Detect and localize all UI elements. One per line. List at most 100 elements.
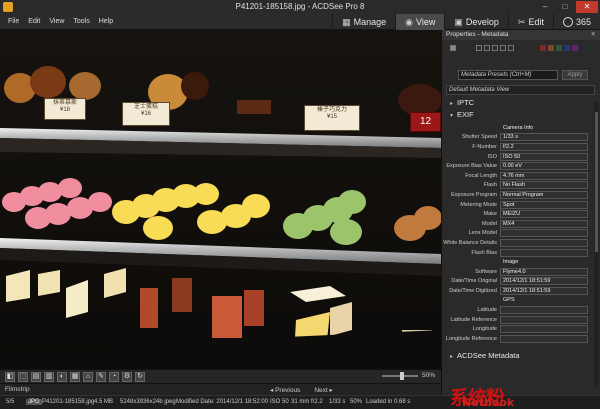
section-acdsee-metadata[interactable]: ▸ ACDSee Metadata	[442, 351, 600, 361]
filmstrip-label[interactable]: Filmstrip	[5, 386, 30, 393]
maximize-button[interactable]: □	[556, 1, 574, 13]
mode-manage[interactable]: ▦ Manage	[332, 14, 395, 30]
circle-365-icon	[562, 17, 573, 27]
menu-help[interactable]: Help	[99, 18, 113, 25]
panel-scrollbar[interactable]	[594, 102, 599, 387]
color-label-green[interactable]	[556, 45, 562, 51]
metadata-value-field[interactable]: Spot	[500, 200, 588, 209]
metadata-value-field[interactable]: 4.76 mm	[500, 171, 588, 180]
metadata-value-field[interactable]: MX4	[500, 219, 588, 228]
scrollbar-thumb[interactable]	[595, 112, 598, 252]
metadata-row: Shutter Speed 1/33 s	[442, 133, 593, 143]
bakery-photo	[0, 30, 441, 369]
metadata-value-field[interactable]: 2014/12/1 18:51:59	[500, 277, 588, 286]
metadata-label: White Balance Details	[443, 239, 497, 246]
metadata-value-field[interactable]	[500, 229, 588, 238]
status-zoom: 50%	[350, 399, 363, 405]
watermark-text: Netbook	[462, 396, 515, 409]
section-label: ACDSee Metadata	[457, 351, 520, 360]
metadata-value-field[interactable]	[500, 306, 588, 315]
zoom-slider-handle[interactable]	[399, 371, 404, 380]
menu-view[interactable]: View	[49, 18, 64, 25]
metadata-row: Date/Time Original 2014/12/1 18:51:59	[442, 277, 593, 287]
collapse-arrow-icon: ▾	[450, 113, 454, 119]
next-button[interactable]: Next ▸	[314, 386, 332, 394]
zoom-value[interactable]: 50%	[422, 372, 435, 379]
status-index: 5/5	[6, 399, 15, 405]
menu-tools[interactable]: Tools	[73, 18, 89, 25]
tool-button[interactable]: ◐	[57, 372, 67, 382]
metadata-value-field[interactable]: 2014/12/1 18:51:59	[500, 286, 588, 295]
metadata-row: Camera Info	[442, 123, 593, 133]
mode-tabs: ▦ Manage ◉ View ▣ Develop ✂ Edit 365	[332, 14, 600, 30]
zoom-slider[interactable]	[381, 371, 418, 380]
mode-view[interactable]: ◉ View	[395, 14, 445, 30]
metadata-value-field[interactable]: 0.00 eV	[500, 162, 588, 171]
panel-close-icon[interactable]: ✕	[591, 30, 596, 40]
menu-file[interactable]: File	[8, 18, 19, 25]
metadata-row: Image	[442, 257, 593, 267]
mode-edit[interactable]: ✂ Edit	[507, 14, 553, 30]
metadata-row: Focal Length 4.76 mm	[442, 171, 593, 181]
status-shutter: 1/33 s	[329, 399, 346, 405]
rating-5[interactable]	[508, 45, 514, 51]
metadata-value-field[interactable]: MEIZU	[500, 210, 588, 219]
rating-1[interactable]	[476, 45, 482, 51]
mode-develop[interactable]: ▣ Develop	[444, 14, 508, 30]
status-filename: P41201-185158.jpg	[42, 399, 95, 405]
rating-3[interactable]	[492, 45, 498, 51]
metadata-label: Flash	[483, 182, 497, 189]
metadata-group-heading: Image	[503, 259, 519, 266]
mode-label: 365	[575, 17, 591, 27]
color-label-blue[interactable]	[564, 45, 570, 51]
grid-icon: ▦	[342, 16, 351, 27]
tool-button[interactable]: ⬚	[18, 372, 28, 382]
metadata-group-heading: GPS	[503, 297, 515, 304]
minimize-button[interactable]: –	[536, 1, 554, 13]
metadata-value-field[interactable]	[500, 315, 588, 324]
metadata-row: Longitude	[442, 324, 593, 334]
image-viewer[interactable]: 抹茶慕斯 ¥18 芝士蛋糕 ¥16 榛子巧克力 ¥15 12	[0, 30, 441, 369]
metadata-value-field[interactable]: ISO 50	[500, 152, 588, 161]
color-label-purple[interactable]	[572, 45, 578, 51]
section-exif[interactable]: ▾ EXIF	[442, 110, 600, 120]
metadata-row: Flash Bias	[442, 248, 593, 258]
previous-button[interactable]: ◂ Previous	[270, 386, 300, 394]
metadata-value-field[interactable]	[500, 334, 588, 343]
rating-4[interactable]	[500, 45, 506, 51]
metadata-value-field[interactable]	[500, 238, 588, 247]
mode-365[interactable]: 365	[552, 14, 600, 30]
viewer-toolbar: ◧ ⬚ ▤ ▥ ◐ ▦ ⌂ ✎ ◔ ⚙ ↻ 50%	[0, 369, 441, 383]
close-button[interactable]: ✕	[576, 1, 598, 13]
metadata-value-field[interactable]: f/2.2	[500, 142, 588, 151]
tool-button[interactable]: ⚙	[122, 372, 132, 382]
metadata-label: Software	[475, 268, 497, 275]
tool-button[interactable]: ⌂	[83, 372, 93, 382]
metadata-row: Exposure Bias Value 0.00 eV	[442, 161, 593, 171]
metadata-value-field[interactable]: Flyme4.0	[500, 267, 588, 276]
metadata-value-field[interactable]	[500, 325, 588, 334]
menu-edit[interactable]: Edit	[28, 18, 40, 25]
metadata-label: Date/Time Original	[451, 278, 497, 285]
tool-button[interactable]: ◔	[109, 372, 119, 382]
section-iptc[interactable]: ▸ IPTC	[442, 98, 600, 108]
tool-button[interactable]: ▦	[70, 372, 80, 382]
rating-2[interactable]	[484, 45, 490, 51]
color-label-orange[interactable]	[548, 45, 554, 51]
tag-checkbox[interactable]	[450, 45, 456, 51]
tool-button[interactable]: ▤	[31, 372, 41, 382]
metadata-value-field[interactable]	[500, 248, 588, 257]
tool-button[interactable]: ✎	[96, 372, 106, 382]
tool-button[interactable]: ▥	[44, 372, 54, 382]
metadata-view-select[interactable]: Default Metadata View	[446, 85, 595, 95]
rotate-icon[interactable]: ↻	[135, 372, 145, 382]
color-label-red[interactable]	[540, 45, 546, 51]
tool-button[interactable]: ◧	[5, 372, 15, 382]
apply-button[interactable]: Apply	[562, 70, 588, 80]
metadata-row: Model MX4	[442, 219, 593, 229]
metadata-value-field[interactable]: No Flash	[500, 181, 588, 190]
metadata-value-field[interactable]: Normal Program	[500, 190, 588, 199]
metadata-group-heading: Camera Info	[503, 124, 534, 131]
metadata-value-field[interactable]: 1/33 s	[500, 133, 588, 142]
metadata-presets-select[interactable]: Metadata Presets (Ctrl+M)	[458, 70, 558, 80]
